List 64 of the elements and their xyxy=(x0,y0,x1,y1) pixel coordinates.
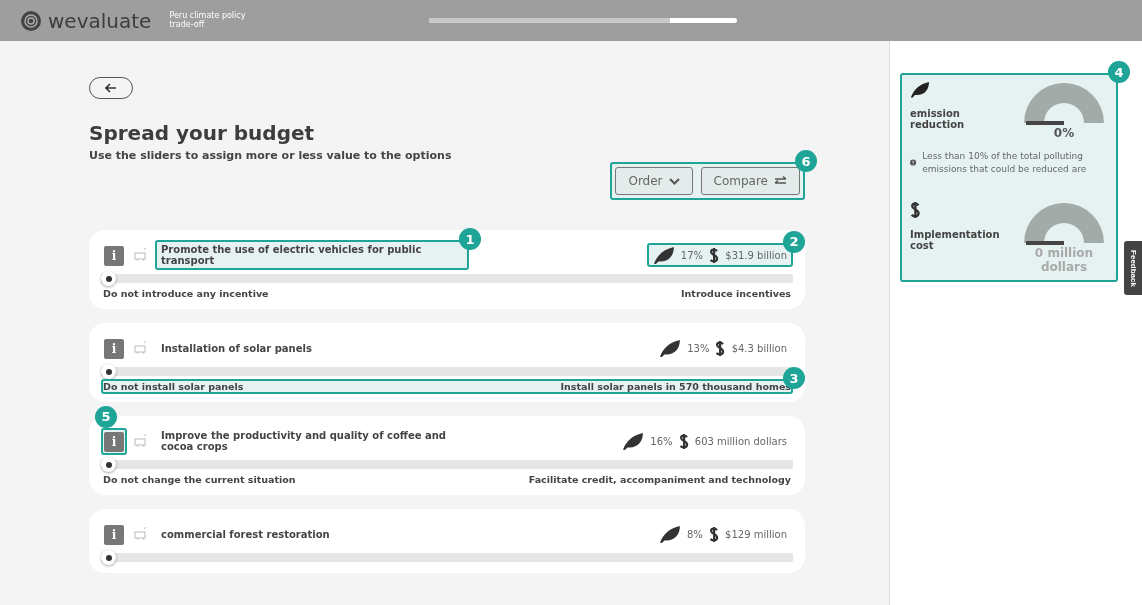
info-button[interactable]: i xyxy=(104,338,124,359)
option-title: Improve the productivity and quality of coffee and cocoa crops xyxy=(160,429,447,454)
swap-icon xyxy=(774,176,787,186)
leaf-icon xyxy=(659,338,682,358)
option-icon xyxy=(133,527,149,541)
option-slider[interactable] xyxy=(101,550,793,565)
info-button[interactable]: i xyxy=(104,245,124,266)
compare-button[interactable]: Compare xyxy=(700,167,800,195)
slider-thumb[interactable] xyxy=(101,364,116,379)
slider-min-label: Do not introduce any incentive xyxy=(103,288,269,299)
chevron-down-icon xyxy=(668,177,680,185)
info-button[interactable]: i xyxy=(104,524,124,545)
option-slider[interactable] xyxy=(101,457,793,472)
page-title: Spread your budget xyxy=(89,121,316,145)
option-title: commercial forest restoration xyxy=(160,527,331,542)
logo-icon xyxy=(20,9,42,32)
step-number: 2 xyxy=(783,230,805,253)
slider-max-label: Install solar panels in 570 thousand homes xyxy=(560,381,791,392)
cost-value: 603 million dollars xyxy=(694,435,787,447)
dollar-icon xyxy=(708,525,720,543)
step-number: 5 xyxy=(95,405,117,428)
option-icon xyxy=(133,434,149,448)
option-icon xyxy=(133,248,149,262)
dollar-icon xyxy=(715,339,726,357)
option-slider[interactable] xyxy=(101,271,793,286)
leaf-icon xyxy=(652,245,675,265)
emission-total: 0% xyxy=(1052,127,1076,141)
cost-value: $4.3 billion xyxy=(731,342,787,354)
slider-max-label: Facilitate credit, accompaniment and technology xyxy=(528,474,791,485)
leaf-icon xyxy=(910,81,930,98)
feedback-tab[interactable]: Feedback xyxy=(1124,241,1142,295)
leaf-icon xyxy=(659,524,681,544)
logo-text: wevaluate xyxy=(48,8,152,33)
step-number: 1 xyxy=(459,228,481,250)
cost-label: Implementation cost xyxy=(910,229,1000,252)
slider-max-label: Introduce incentives xyxy=(681,288,791,299)
slider-min-label: Do not install solar panels xyxy=(103,381,244,392)
emission-value: 16% xyxy=(650,435,673,447)
slider-thumb[interactable] xyxy=(101,550,116,565)
order-button[interactable]: Order xyxy=(615,167,693,195)
info-button[interactable]: i xyxy=(104,431,124,452)
emission-value: 8% xyxy=(687,528,703,540)
dollar-icon xyxy=(709,246,720,264)
alert-icon xyxy=(910,157,917,169)
instructions: Use the sliders to assign more or less value to the options xyxy=(89,149,453,162)
option-icon xyxy=(133,341,149,355)
step-number: 4 xyxy=(1108,61,1130,83)
cost-value: $129 million xyxy=(725,528,787,540)
slider-thumb[interactable] xyxy=(101,271,116,286)
option-title: Installation of solar panels xyxy=(160,341,313,356)
slider-min-label: Do not change the current situation xyxy=(103,474,296,485)
emission-label: emission reduction xyxy=(910,108,966,130)
slider-thumb[interactable] xyxy=(101,457,116,472)
leaf-icon xyxy=(622,431,645,451)
emission-value: 17% xyxy=(680,249,704,261)
dollar-icon xyxy=(678,432,689,450)
dollar-icon xyxy=(910,201,921,220)
step-number: 6 xyxy=(795,150,817,172)
arrow-left-icon xyxy=(105,83,117,93)
survey-title: Peru climate policy trade-off xyxy=(169,11,247,30)
emission-note: Less than 10% of the total polluting emissions that could be reduced are xyxy=(922,150,1088,176)
cost-total: 0 million dollars xyxy=(1033,247,1095,274)
option-title: Promote the use of electric vehicles for public transport xyxy=(160,243,423,268)
emission-value: 13% xyxy=(687,342,710,354)
